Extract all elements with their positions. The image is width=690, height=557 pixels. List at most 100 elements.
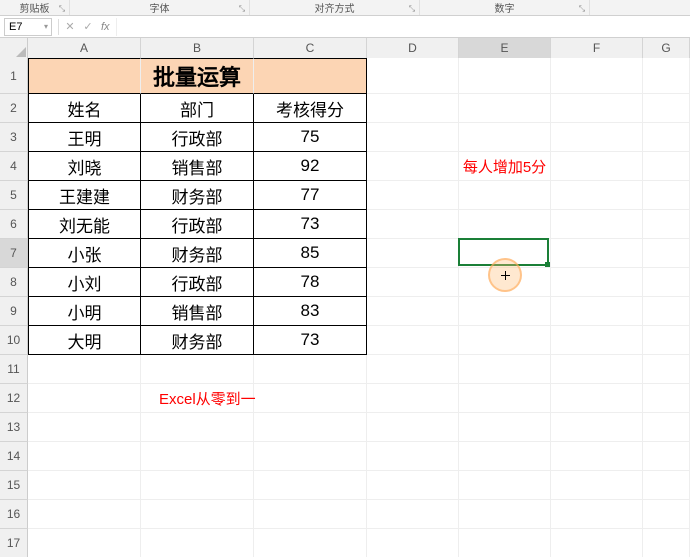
cell[interactable]	[459, 326, 551, 355]
cell[interactable]	[551, 326, 643, 355]
cell[interactable]	[459, 210, 551, 239]
cell[interactable]	[551, 181, 643, 210]
cell[interactable]	[367, 355, 459, 384]
cancel-formula-icon[interactable]: ✕	[61, 20, 79, 33]
row-header[interactable]: 3	[0, 123, 28, 152]
table-cell[interactable]: 行政部	[141, 123, 254, 152]
table-cell[interactable]: 75	[254, 123, 367, 152]
column-header[interactable]: E	[459, 38, 551, 58]
column-header[interactable]: B	[141, 38, 254, 58]
cell[interactable]	[459, 529, 551, 557]
row-header[interactable]: 2	[0, 94, 28, 123]
cell[interactable]	[367, 471, 459, 500]
select-all-corner[interactable]	[0, 38, 28, 58]
cell[interactable]	[141, 529, 254, 557]
cell[interactable]	[459, 123, 551, 152]
row-header[interactable]: 10	[0, 326, 28, 355]
cell[interactable]	[551, 355, 643, 384]
cell[interactable]	[643, 152, 690, 181]
table-cell[interactable]: 77	[254, 181, 367, 210]
cell[interactable]	[643, 58, 690, 94]
cell[interactable]	[643, 500, 690, 529]
cell[interactable]	[28, 384, 141, 413]
cell[interactable]	[28, 355, 141, 384]
cell[interactable]	[459, 413, 551, 442]
cell[interactable]	[551, 58, 643, 94]
table-cell[interactable]: 销售部	[141, 297, 254, 326]
cell[interactable]	[459, 442, 551, 471]
table-cell[interactable]: 小张	[28, 239, 141, 268]
row-header[interactable]: 15	[0, 471, 28, 500]
row-header[interactable]: 12	[0, 384, 28, 413]
cell[interactable]	[551, 268, 643, 297]
cell[interactable]	[643, 239, 690, 268]
column-header[interactable]: F	[551, 38, 643, 58]
cell[interactable]	[551, 152, 643, 181]
table-cell[interactable]: 小明	[28, 297, 141, 326]
cells-area[interactable]: 批量运算姓名部门考核得分王明行政部75刘晓销售部92每人增加5分王建建财务部77…	[28, 58, 690, 557]
table-cell[interactable]: 92	[254, 152, 367, 181]
table-cell[interactable]: 小刘	[28, 268, 141, 297]
cell[interactable]	[367, 442, 459, 471]
name-box[interactable]: E7	[4, 18, 52, 36]
cell[interactable]	[367, 413, 459, 442]
row-header[interactable]: 16	[0, 500, 28, 529]
table-cell[interactable]: 财务部	[141, 181, 254, 210]
cell[interactable]	[551, 239, 643, 268]
cell[interactable]	[367, 58, 459, 94]
cell[interactable]	[254, 471, 367, 500]
cell[interactable]	[459, 58, 551, 94]
cell[interactable]	[551, 442, 643, 471]
table-cell[interactable]: 大明	[28, 326, 141, 355]
cell[interactable]	[643, 355, 690, 384]
cell[interactable]	[459, 94, 551, 123]
cell[interactable]	[367, 529, 459, 557]
cell[interactable]	[643, 326, 690, 355]
cell[interactable]	[367, 94, 459, 123]
table-header[interactable]: 部门	[141, 94, 254, 123]
column-header[interactable]: G	[643, 38, 690, 58]
cell[interactable]	[551, 500, 643, 529]
cell[interactable]	[643, 442, 690, 471]
table-cell[interactable]: 行政部	[141, 210, 254, 239]
cell[interactable]	[643, 529, 690, 557]
dialog-launcher-icon[interactable]: ⤡	[577, 4, 587, 14]
cell[interactable]	[551, 471, 643, 500]
footer-note[interactable]: Excel从零到一	[141, 384, 254, 413]
cell[interactable]	[254, 529, 367, 557]
cell[interactable]	[459, 355, 551, 384]
row-header[interactable]: 8	[0, 268, 28, 297]
table-title[interactable]: 批量运算	[141, 58, 254, 94]
cell[interactable]	[254, 500, 367, 529]
cell[interactable]	[28, 471, 141, 500]
cell[interactable]	[367, 326, 459, 355]
table-cell[interactable]: 83	[254, 297, 367, 326]
row-header[interactable]: 11	[0, 355, 28, 384]
table-cell[interactable]: 销售部	[141, 152, 254, 181]
table-cell[interactable]: 78	[254, 268, 367, 297]
table-cell[interactable]: 财务部	[141, 239, 254, 268]
cell[interactable]	[643, 94, 690, 123]
cell[interactable]	[459, 239, 551, 268]
cell[interactable]	[254, 442, 367, 471]
cell[interactable]	[367, 239, 459, 268]
cell[interactable]	[141, 442, 254, 471]
column-header[interactable]: A	[28, 38, 141, 58]
table-cell[interactable]: 73	[254, 210, 367, 239]
table-cell[interactable]: 刘无能	[28, 210, 141, 239]
dialog-launcher-icon[interactable]: ⤡	[407, 4, 417, 14]
cell[interactable]	[459, 384, 551, 413]
cell[interactable]	[367, 210, 459, 239]
cell[interactable]	[141, 413, 254, 442]
cell[interactable]	[367, 181, 459, 210]
cell[interactable]	[551, 384, 643, 413]
cell[interactable]	[551, 210, 643, 239]
cell[interactable]	[459, 297, 551, 326]
cell[interactable]	[367, 384, 459, 413]
table-cell[interactable]: 85	[254, 239, 367, 268]
fx-icon[interactable]: fx	[101, 21, 110, 33]
cell[interactable]	[141, 500, 254, 529]
row-header[interactable]: 9	[0, 297, 28, 326]
cell[interactable]	[643, 181, 690, 210]
table-cell[interactable]: 财务部	[141, 326, 254, 355]
